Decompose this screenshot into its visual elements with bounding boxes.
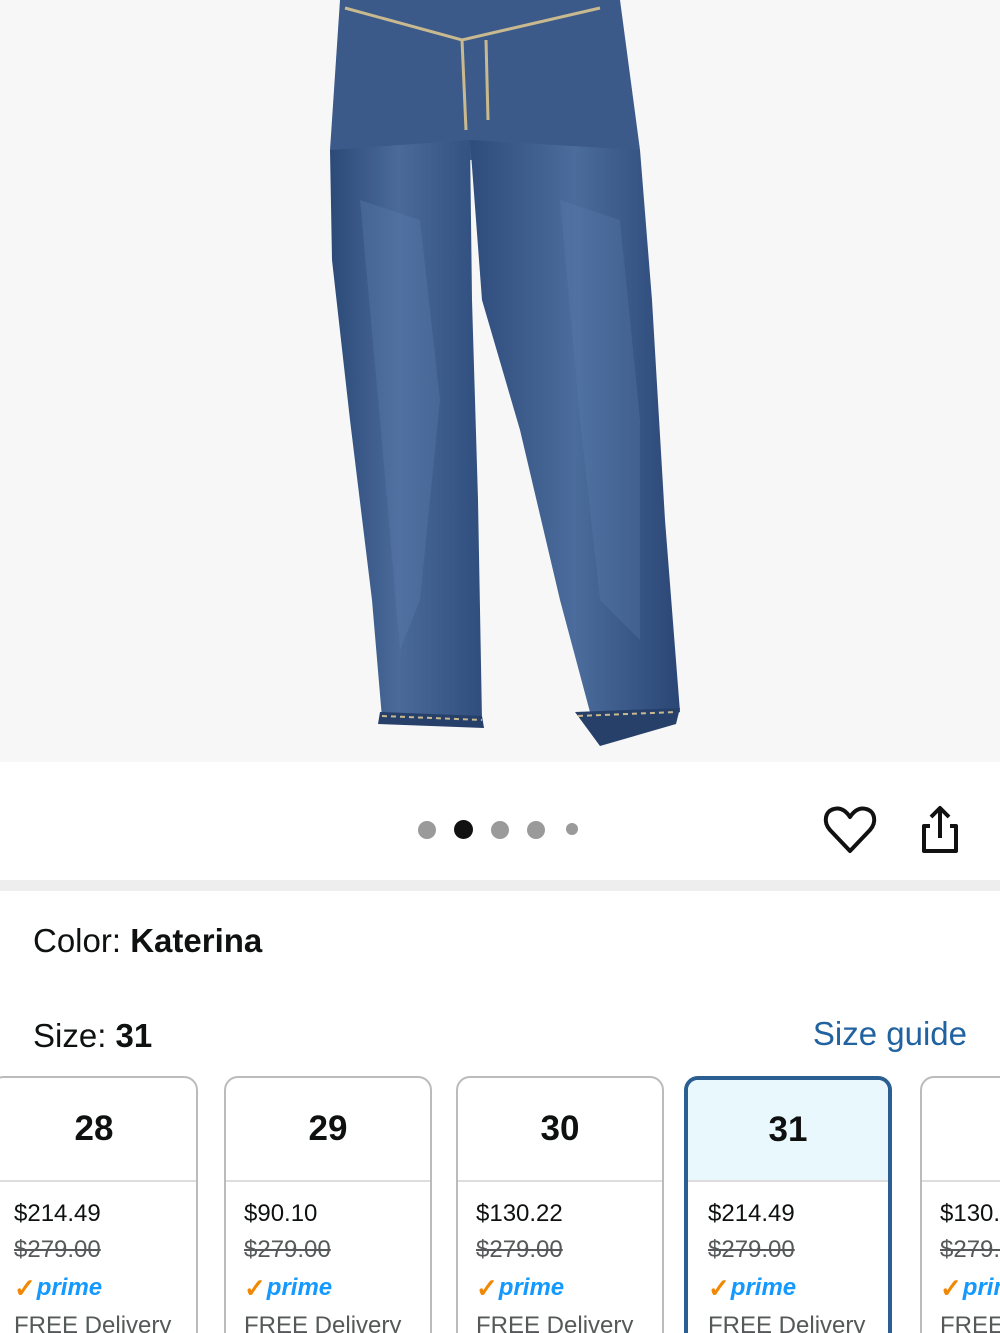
size-price: $214.49 bbox=[14, 1200, 101, 1227]
size-option-label: 30 bbox=[458, 1078, 662, 1182]
jeans-product-image bbox=[330, 0, 680, 746]
prime-badge: ✓ prime bbox=[708, 1272, 797, 1303]
prime-check-icon: ✓ bbox=[708, 1272, 730, 1303]
size-price: $130.8 bbox=[940, 1200, 1000, 1227]
prime-badge: ✓ prime bbox=[14, 1272, 103, 1303]
image-controls bbox=[0, 762, 1000, 880]
size-option-31-selected[interactable]: 31 $214.49 $279.00 ✓ prime FREE Delivery bbox=[684, 1076, 892, 1333]
carousel-dot-active[interactable] bbox=[454, 820, 473, 839]
size-list-price: $279.0 bbox=[940, 1236, 1000, 1263]
delivery-info: FREE Delivery bbox=[476, 1312, 634, 1333]
wishlist-button[interactable] bbox=[820, 800, 880, 860]
size-option-partial[interactable]: $130.8 $279.0 ✓prim FREE bbox=[920, 1076, 1000, 1333]
prime-check-icon: ✓ bbox=[244, 1272, 266, 1303]
size-option-28[interactable]: 28 $214.49 $279.00 ✓ prime FREE Delivery bbox=[0, 1076, 198, 1333]
delivery-info: FREE Delivery bbox=[708, 1312, 866, 1333]
color-value: Katerina bbox=[130, 922, 263, 959]
prime-check-icon: ✓ bbox=[476, 1272, 498, 1303]
size-option-label: 29 bbox=[226, 1078, 430, 1182]
size-list-price: $279.00 bbox=[708, 1236, 795, 1263]
size-price: $130.22 bbox=[476, 1200, 563, 1227]
size-option-30[interactable]: 30 $130.22 $279.00 ✓ prime FREE Delivery bbox=[456, 1076, 664, 1333]
share-button[interactable] bbox=[910, 800, 970, 860]
size-price: $90.10 bbox=[244, 1200, 318, 1227]
size-price: $214.49 bbox=[708, 1200, 795, 1227]
heart-icon bbox=[823, 806, 877, 853]
size-list-price: $279.00 bbox=[244, 1236, 331, 1263]
size-label: Size: bbox=[33, 1017, 116, 1054]
section-divider bbox=[0, 880, 1000, 891]
size-selection: Size: 31 bbox=[33, 1017, 152, 1055]
color-label: Color: bbox=[33, 922, 131, 959]
prime-badge: ✓ prime bbox=[476, 1272, 565, 1303]
prime-check-icon: ✓ bbox=[14, 1272, 36, 1303]
prime-badge: ✓prim bbox=[940, 1272, 1000, 1303]
size-list-price: $279.00 bbox=[476, 1236, 563, 1263]
size-guide-link[interactable]: Size guide bbox=[813, 1015, 967, 1053]
carousel-dot[interactable] bbox=[491, 821, 509, 839]
carousel-dot[interactable] bbox=[566, 823, 578, 835]
size-option-label: 31 bbox=[688, 1080, 888, 1182]
carousel-dot[interactable] bbox=[527, 821, 545, 839]
prime-check-icon: ✓ bbox=[940, 1272, 962, 1303]
delivery-info: FREE Delivery bbox=[244, 1312, 402, 1333]
product-image-carousel[interactable] bbox=[0, 0, 1000, 762]
size-option-label: 28 bbox=[0, 1078, 196, 1182]
size-option-29[interactable]: 29 $90.10 $279.00 ✓ prime FREE Delivery bbox=[224, 1076, 432, 1333]
delivery-info: FREE Delivery bbox=[14, 1312, 172, 1333]
share-icon bbox=[922, 806, 958, 853]
delivery-info: FREE bbox=[940, 1312, 1000, 1333]
size-option-label bbox=[922, 1078, 1000, 1182]
carousel-dot[interactable] bbox=[418, 821, 436, 839]
size-list-price: $279.00 bbox=[14, 1236, 101, 1263]
color-selection: Color: Katerina bbox=[33, 922, 262, 960]
size-value: 31 bbox=[115, 1017, 153, 1054]
product-detail-page: Color: Katerina Size: 31 Size guide 28 $… bbox=[0, 0, 1000, 1333]
prime-badge: ✓ prime bbox=[244, 1272, 333, 1303]
